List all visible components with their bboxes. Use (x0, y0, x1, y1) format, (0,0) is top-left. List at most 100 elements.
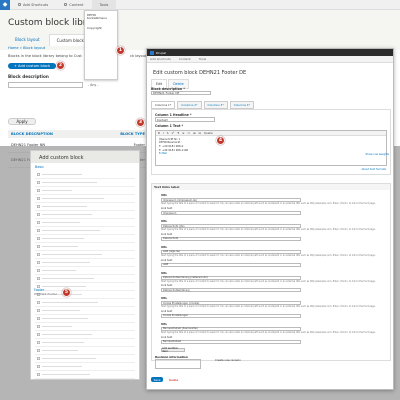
add-another-item-button[interactable]: Add another item (161, 347, 185, 353)
delete-link[interactable]: Delete (169, 378, 178, 382)
step-marker-3: 3 (136, 118, 145, 127)
strike-button[interactable]: S (167, 131, 169, 135)
source-button[interactable]: Quelle (204, 131, 213, 135)
block-type-item[interactable] (35, 275, 135, 283)
bold-button[interactable]: B (158, 131, 160, 135)
block-type-item[interactable] (35, 219, 135, 227)
block-type-item[interactable] (35, 371, 135, 379)
link-item: URL Impressum (/impressum-de) Start typing… (155, 193, 387, 216)
block-type-item[interactable] (35, 251, 135, 259)
block-type-item[interactable] (35, 179, 135, 187)
tab-column-4[interactable]: Columns 4* (229, 101, 254, 110)
block-type-text (42, 317, 88, 320)
apply-button[interactable]: Apply (8, 118, 36, 125)
block-type-text (42, 349, 78, 352)
text-format-link[interactable]: About text formats (362, 168, 386, 171)
block-type-item[interactable] (35, 171, 135, 179)
block-type-item[interactable] (35, 347, 135, 355)
block-type-item[interactable] (35, 315, 135, 323)
toolbar-tools[interactable]: Tools (199, 57, 206, 61)
block-type-text (42, 325, 72, 328)
block-type-item[interactable] (35, 187, 135, 195)
col-block-type[interactable]: BLOCK TYPE (120, 132, 145, 136)
paragraph-button[interactable]: ¶ (177, 131, 179, 135)
col-block-description[interactable]: BLOCK DESCRIPTION (11, 132, 53, 136)
toolbar-shortcuts[interactable]: Add shortcuts (150, 57, 171, 61)
toolbar-tools[interactable]: Tools (91, 0, 117, 10)
link-text-input[interactable]: Impressum (161, 211, 301, 216)
show-row-weights-link[interactable]: Show row weights (366, 153, 389, 156)
save-button[interactable]: Save (151, 377, 163, 382)
link-text-input[interactable]: Datenschutzerklärung (161, 288, 301, 293)
toolbar-shortcuts[interactable]: Add Shortcuts (10, 0, 56, 10)
block-type-icon (37, 309, 40, 312)
headline-input[interactable]: Kontakt (155, 117, 215, 122)
block-type-basic[interactable]: Basic (31, 163, 139, 171)
breadcrumb[interactable]: Home » Block layout (8, 46, 45, 50)
table-button[interactable]: ⊞ (193, 131, 195, 135)
tab-block-layout[interactable]: Block layout (8, 34, 47, 46)
block-type-item[interactable] (35, 355, 135, 363)
block-type-icon (37, 357, 40, 360)
block-type-item[interactable] (35, 267, 135, 275)
block-type-item[interactable] (35, 211, 135, 219)
tab-column-2[interactable]: Columns 2* (177, 101, 202, 110)
link-text-input[interactable]: AGB (161, 262, 301, 267)
link-text-input[interactable]: Cookie Einstellungen (161, 313, 301, 318)
link-url-input[interactable]: Datenschutzerklärung (/datenschutz) (161, 275, 301, 280)
create-revision-checkbox[interactable]: Create new revision (215, 359, 241, 362)
dropdown-item[interactable] (85, 43, 117, 52)
column-panel: Column 1 Headline * Kontakt Column 1 Tex… (151, 109, 391, 176)
window-title: Drupal (156, 50, 167, 55)
dropdown-item[interactable]: Copyright (85, 24, 117, 33)
edit-block-title: Edit custom block DEHN21 Footer DE (153, 70, 247, 76)
revision-log-input[interactable] (155, 359, 201, 369)
superscript-button[interactable]: x² (172, 131, 175, 135)
block-type-item[interactable] (35, 243, 135, 251)
block-type-item[interactable] (35, 363, 135, 371)
dropdown-item[interactable] (85, 33, 117, 42)
rich-text-editor[interactable]: B I S x² ¶ ≡ ≔ ⊞ Ω Quelle Überschrift Nr… (155, 129, 387, 166)
block-type-select[interactable]: - Any - (88, 83, 98, 87)
tab-column-3[interactable]: Columns 3* (203, 101, 228, 110)
link-text-input[interactable]: Barrierefreiheit (161, 339, 301, 344)
block-type-item[interactable] (35, 203, 135, 211)
block-description-input[interactable]: DEHN21 Footer DE (151, 91, 211, 96)
block-type-item[interactable] (35, 195, 135, 203)
block-type-text (42, 237, 84, 240)
special-char-button[interactable]: Ω (199, 131, 201, 135)
block-type-item[interactable] (35, 339, 135, 347)
dropdown-item[interactable]: DEHN Kontaktmenu (85, 11, 117, 24)
block-type-item[interactable] (35, 227, 135, 235)
drupal-logo-icon[interactable]: ◆ (0, 0, 10, 10)
block-description-input[interactable] (8, 82, 83, 88)
block-type-item[interactable] (35, 331, 135, 339)
block-type-item[interactable] (35, 283, 135, 291)
block-type-icon (37, 221, 40, 224)
numbered-list-button[interactable]: ≔ (187, 131, 190, 135)
bullet-list-button[interactable]: ≡ (182, 131, 184, 135)
italic-button[interactable]: I (163, 131, 164, 135)
block-type-item[interactable] (35, 259, 135, 267)
block-type-text (42, 181, 97, 184)
block-type-item[interactable] (35, 235, 135, 243)
edit-custom-block-window: Drupal Add shortcuts Content Tools Edit … (146, 48, 394, 390)
add-custom-block-button[interactable]: + Add custom block (8, 63, 56, 69)
block-type-item[interactable] (35, 323, 135, 331)
admin-toolbar: ◆ Add Shortcuts Content Tools (0, 0, 400, 10)
toolbar-tools-label: Tools (99, 2, 109, 7)
editor-link[interactable]: E-Mail (159, 152, 383, 156)
tab-column-1[interactable]: Columns 1* (151, 101, 176, 110)
toolbar-content[interactable]: Content (179, 57, 191, 61)
editor-content[interactable]: Überschrift Nr. 1 DEHN Neumarkt T: +49 9… (156, 136, 386, 158)
link-text-label: Link text (161, 284, 173, 288)
block-type-text (42, 173, 82, 176)
toolbar-content[interactable]: Content (56, 0, 91, 10)
block-type-item[interactable] (35, 299, 135, 307)
link-text-label: Link text (161, 258, 173, 262)
block-type-item[interactable] (35, 307, 135, 315)
block-type-icon (37, 325, 40, 328)
block-type-icon (37, 277, 40, 280)
link-text-input[interactable]: Datenschutz (161, 236, 301, 241)
block-type-text (42, 301, 98, 304)
